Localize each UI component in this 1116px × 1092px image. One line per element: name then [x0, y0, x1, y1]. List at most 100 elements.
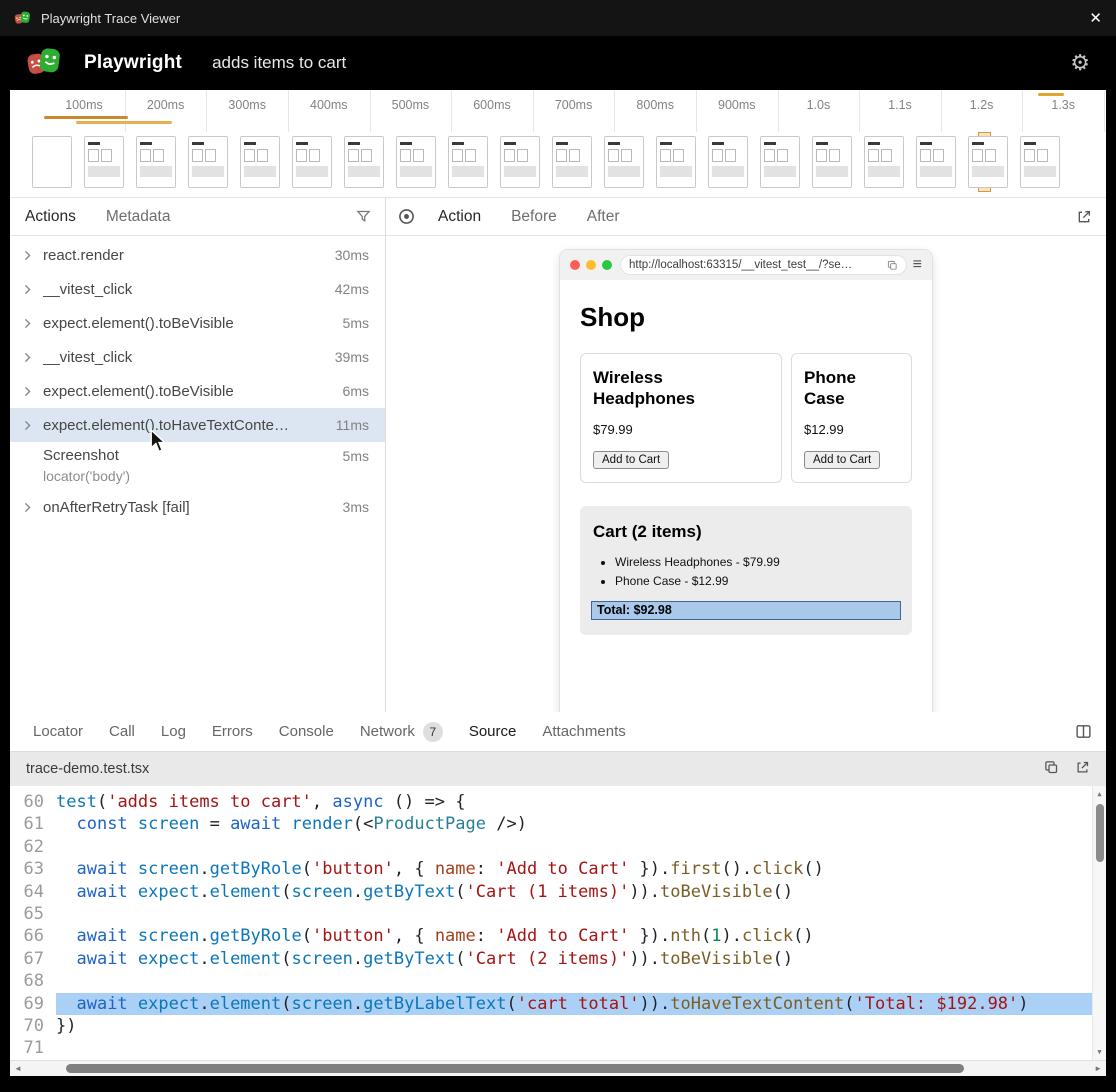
line-code [56, 836, 1106, 858]
line-number: 62 [10, 836, 56, 858]
timeline-thumbnail[interactable] [292, 136, 332, 188]
timeline[interactable]: 100ms200ms300ms400ms500ms600ms700ms800ms… [10, 90, 1106, 198]
add-to-cart-button[interactable]: Add to Cart [593, 451, 669, 469]
action-duration: 5ms [343, 448, 369, 464]
scroll-down-icon[interactable]: ▼ [1097, 1044, 1101, 1060]
scroll-left-icon[interactable]: ◄ [14, 1064, 22, 1073]
action-label: __vitest_click [43, 349, 325, 366]
tab-metadata[interactable]: Metadata [91, 198, 186, 235]
product-price: $12.99 [804, 422, 899, 437]
chevron-right-icon[interactable] [22, 501, 34, 513]
tab-source[interactable]: Source [456, 712, 530, 751]
pick-locator-icon[interactable] [398, 208, 415, 225]
action-label: onAfterRetryTask [fail] [43, 499, 333, 516]
timeline-thumbnail[interactable] [32, 136, 72, 188]
tab-before[interactable]: Before [496, 198, 572, 235]
action-item[interactable]: expect.element().toHaveTextConte…11ms [10, 408, 385, 442]
horizontal-scrollbar[interactable]: ◄ ► [10, 1060, 1106, 1076]
timeline-thumbnail[interactable] [188, 136, 228, 188]
open-source-external-icon[interactable] [1075, 760, 1090, 779]
source-line: 71 [10, 1037, 1106, 1059]
cart-total-highlighted: Total: $92.98 [591, 601, 901, 620]
action-item[interactable]: expect.element().toBeVisible5ms [10, 306, 385, 340]
copy-url-icon[interactable] [887, 260, 898, 271]
tab-label: Call [109, 723, 135, 740]
action-locator: locator('body') [43, 468, 369, 484]
tab-after[interactable]: After [572, 198, 635, 235]
timeline-thumbnail[interactable] [136, 136, 176, 188]
tab-locator[interactable]: Locator [20, 712, 96, 751]
menu-icon[interactable]: ≡ [913, 257, 922, 273]
tab-network[interactable]: Network7 [347, 712, 456, 751]
chevron-right-icon[interactable] [22, 419, 34, 431]
line-number: 60 [10, 791, 56, 813]
source-file-bar: trace-demo.test.tsx [10, 752, 1106, 786]
scroll-right-icon[interactable]: ► [1094, 1064, 1102, 1073]
timeline-thumbnail[interactable] [500, 136, 540, 188]
action-item[interactable]: __vitest_click42ms [10, 272, 385, 306]
network-count-badge: 7 [423, 722, 443, 742]
timeline-thumbnail[interactable] [760, 136, 800, 188]
timeline-thumbnail[interactable] [396, 136, 436, 188]
tab-action[interactable]: Action [423, 198, 496, 235]
settings-gear-icon[interactable]: ⚙ [1070, 52, 1090, 74]
tab-console[interactable]: Console [266, 712, 347, 751]
close-icon[interactable]: ✕ [1089, 9, 1102, 27]
timeline-thumbnail[interactable] [552, 136, 592, 188]
timeline-thumbnail[interactable] [968, 136, 1008, 188]
timeline-tick-label: 1.0s [807, 98, 831, 112]
timeline-thumbnail[interactable] [240, 136, 280, 188]
tab-attachments[interactable]: Attachments [529, 712, 638, 751]
timeline-thumbnail[interactable] [604, 136, 644, 188]
timeline-thumbnail[interactable] [916, 136, 956, 188]
timeline-thumbnail[interactable] [1020, 136, 1060, 188]
line-code: await expect.element(screen.getByText('C… [56, 948, 1106, 970]
tab-label: Source [469, 723, 517, 740]
timeline-thumbnail[interactable] [84, 136, 124, 188]
chevron-right-icon[interactable] [22, 283, 34, 295]
tab-label: Actions [25, 208, 76, 226]
chevron-right-icon[interactable] [22, 385, 34, 397]
vertical-scroll-thumb[interactable] [1096, 804, 1104, 862]
copy-icon[interactable] [1044, 760, 1059, 779]
tab-log[interactable]: Log [148, 712, 199, 751]
timeline-tick-label: 600ms [473, 98, 511, 112]
timeline-thumbnail[interactable] [812, 136, 852, 188]
chevron-right-icon[interactable] [22, 351, 34, 363]
tab-actions[interactable]: Actions [10, 198, 91, 235]
timeline-thumbnail[interactable] [864, 136, 904, 188]
open-external-icon[interactable] [1076, 209, 1092, 225]
shop-heading: Shop [580, 302, 912, 333]
action-duration: 30ms [335, 247, 369, 263]
vertical-scrollbar[interactable]: ▲ ▼ [1092, 786, 1106, 1060]
action-item-child[interactable]: Screenshot5mslocator('body') [10, 442, 385, 490]
action-item[interactable]: onAfterRetryTask [fail]3ms [10, 490, 385, 524]
timeline-thumbnail[interactable] [656, 136, 696, 188]
action-item[interactable]: __vitest_click39ms [10, 340, 385, 374]
source-line: 63 await screen.getByRole('button', { na… [10, 858, 1106, 880]
horizontal-scroll-thumb[interactable] [66, 1064, 964, 1073]
filter-icon[interactable] [356, 209, 371, 224]
tab-errors[interactable]: Errors [199, 712, 266, 751]
snapshot-panel: ActionBeforeAfter http://localhost:63315… [386, 198, 1106, 712]
add-to-cart-button[interactable]: Add to Cart [804, 451, 880, 469]
source-line: 66 await screen.getByRole('button', { na… [10, 925, 1106, 947]
line-number: 63 [10, 858, 56, 880]
timeline-thumbnail[interactable] [344, 136, 384, 188]
tab-call[interactable]: Call [96, 712, 148, 751]
timeline-duration-marker [1038, 93, 1064, 96]
timeline-thumbnail[interactable] [448, 136, 488, 188]
action-duration: 11ms [336, 417, 369, 433]
app-name: Playwright [84, 52, 182, 74]
tab-label: Metadata [106, 208, 171, 226]
chevron-right-icon[interactable] [22, 317, 34, 329]
timeline-thumbnail[interactable] [708, 136, 748, 188]
split-view-icon[interactable] [1075, 723, 1092, 740]
action-item[interactable]: expect.element().toBeVisible6ms [10, 374, 385, 408]
chevron-right-icon[interactable] [22, 249, 34, 261]
timeline-tick-separator [614, 90, 615, 132]
timeline-duration-marker [76, 121, 172, 124]
address-bar[interactable]: http://localhost:63315/__vitest_test__/?… [620, 255, 907, 275]
scroll-up-icon[interactable]: ▲ [1097, 786, 1101, 802]
action-item[interactable]: react.render30ms [10, 238, 385, 272]
